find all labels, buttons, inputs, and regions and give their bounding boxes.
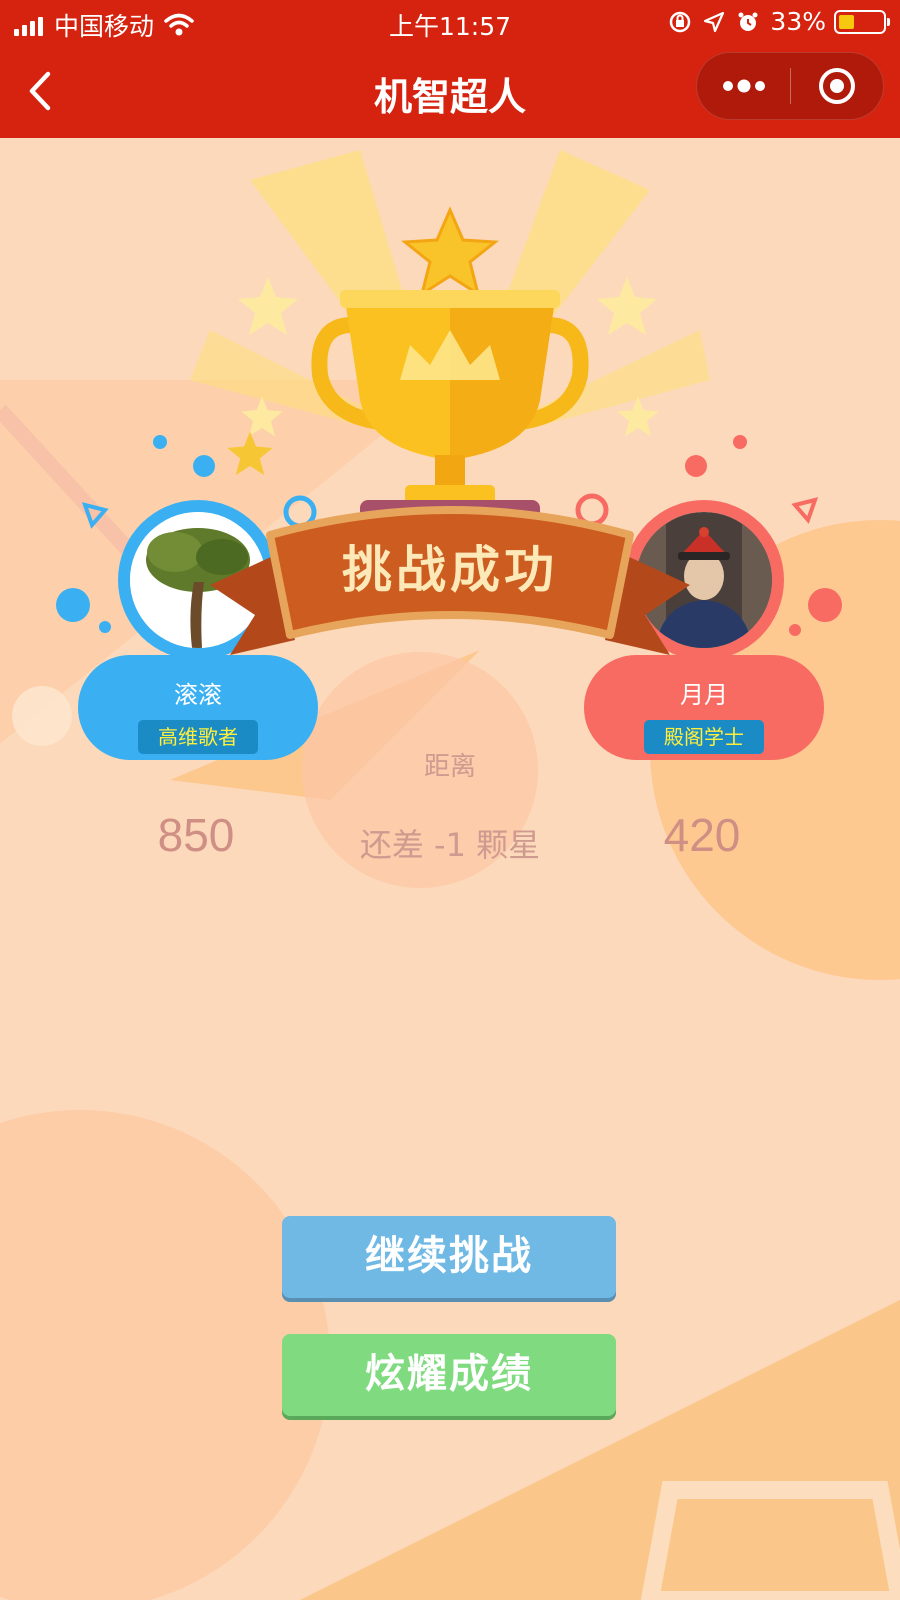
- player-name: 滚滚: [174, 681, 222, 709]
- status-bar: 中国移动 上午11:57 33%: [0, 0, 900, 44]
- alarm-icon: [738, 12, 758, 31]
- player-rank-badge: 高维歌者: [138, 720, 258, 754]
- distance-text: 还差 -1 颗星: [359, 826, 541, 864]
- battery-icon: [834, 9, 890, 34]
- star-icon: [597, 277, 657, 335]
- player-right-score: 420: [663, 809, 741, 861]
- success-ribbon-banner: 挑战成功: [210, 506, 690, 655]
- player-left-score: 850: [157, 809, 235, 861]
- banner-text: 挑战成功: [342, 541, 558, 599]
- rotation-lock-icon: [670, 11, 691, 32]
- distance-label: 距离: [423, 752, 476, 782]
- close-button[interactable]: [791, 52, 883, 120]
- target-circle-icon: [818, 68, 855, 104]
- show-off-score-button[interactable]: 炫耀成绩: [282, 1334, 616, 1416]
- star-icon: [238, 277, 298, 335]
- status-right: 33%: [668, 7, 890, 36]
- player-rank-badge: 殿阁学士: [644, 720, 764, 754]
- mini-program-capsule: [696, 52, 884, 120]
- player-name: 月月: [680, 681, 728, 709]
- nav-bar: 机智超人: [0, 44, 900, 138]
- location-arrow-icon: [704, 11, 725, 32]
- more-dots-icon: [722, 79, 765, 93]
- continue-challenge-button[interactable]: 继续挑战: [282, 1216, 616, 1298]
- more-button[interactable]: [697, 52, 790, 120]
- battery-percent: 33%: [770, 7, 826, 36]
